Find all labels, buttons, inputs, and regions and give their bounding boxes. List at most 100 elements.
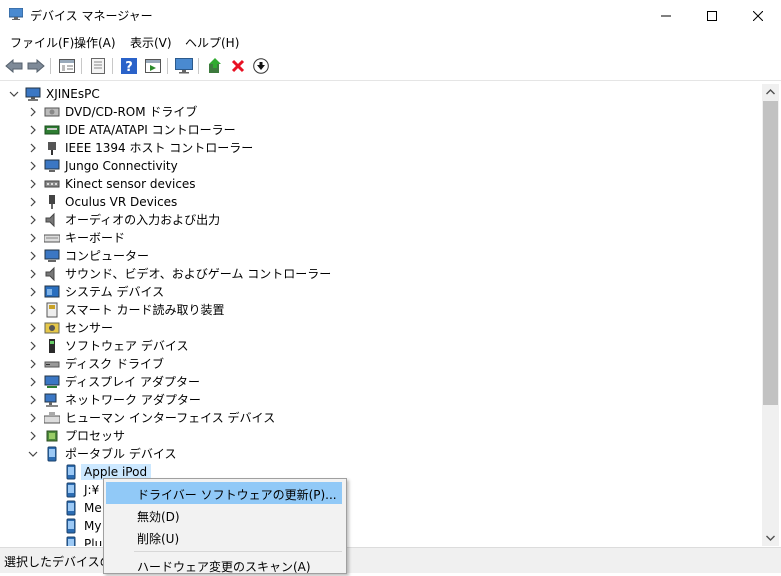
console-tree-icon: [59, 59, 75, 73]
tree-category-label: Jungo Connectivity: [65, 159, 178, 173]
update-driver-button[interactable]: [205, 56, 225, 76]
chevron-right-icon[interactable]: [28, 143, 38, 153]
tree-category[interactable]: Kinect sensor devices: [0, 175, 762, 193]
chevron-right-icon[interactable]: [28, 287, 38, 297]
computer-icon: [44, 249, 60, 262]
chevron-right-icon[interactable]: [28, 107, 38, 117]
chevron-right-icon[interactable]: [28, 251, 38, 261]
disable-device-button[interactable]: [251, 56, 271, 76]
help-icon: ?: [121, 58, 137, 74]
tree-category-label: センサー: [65, 321, 114, 335]
menu-help[interactable]: ヘルプ(H): [185, 34, 239, 51]
tree-category[interactable]: ディスプレイ アダプター: [0, 373, 762, 391]
tree-category[interactable]: システム デバイス: [0, 283, 762, 301]
menu-disable[interactable]: 無効(D): [106, 504, 342, 526]
close-button[interactable]: [735, 0, 781, 31]
properties-icon: [91, 58, 105, 74]
scan-hardware-button[interactable]: [174, 56, 194, 76]
portable-device-icon: [66, 464, 76, 480]
menu-bar: ファイル(F) 操作(A) 表示(V) ヘルプ(H): [0, 31, 781, 51]
tree-root-label: XJINEsPC: [46, 87, 100, 101]
menu-file[interactable]: ファイル(F): [10, 34, 74, 51]
chevron-right-icon[interactable]: [28, 215, 38, 225]
chevron-right-icon[interactable]: [28, 233, 38, 243]
context-menu: ドライバー ソフトウェアの更新(P)... 無効(D) 削除(U) ハードウェア…: [103, 478, 347, 574]
tree-category-label: スマート カード読み取り装置: [65, 303, 225, 317]
chevron-down-icon[interactable]: [9, 89, 19, 99]
toolbar-separator: [112, 58, 113, 74]
menu-item-label: 無効(D): [137, 510, 180, 524]
tree-category[interactable]: ヒューマン インターフェイス デバイス: [0, 409, 762, 427]
tree-category[interactable]: IEEE 1394 ホスト コントローラー: [0, 139, 762, 157]
tree-category[interactable]: Oculus VR Devices: [0, 193, 762, 211]
tree-category[interactable]: Jungo Connectivity: [0, 157, 762, 175]
help-button[interactable]: ?: [119, 56, 139, 76]
chevron-right-icon[interactable]: [28, 431, 38, 441]
menu-scan-hardware[interactable]: ハードウェア変更のスキャン(A): [106, 554, 342, 576]
menu-separator: [134, 551, 342, 552]
tree-category-label: IEEE 1394 ホスト コントローラー: [65, 141, 254, 155]
hid-icon: [44, 412, 60, 424]
chevron-right-icon[interactable]: [28, 341, 38, 351]
chevron-right-icon[interactable]: [28, 359, 38, 369]
tree-category-label: ディスプレイ アダプター: [65, 375, 200, 389]
maximize-icon: [707, 10, 717, 21]
menu-update-driver[interactable]: ドライバー ソフトウェアの更新(P)...: [106, 482, 342, 504]
tree-category-label: コンピューター: [65, 249, 150, 263]
processor-icon: [46, 430, 58, 442]
tree-category[interactable]: コンピューター: [0, 247, 762, 265]
chevron-right-icon[interactable]: [28, 377, 38, 387]
uninstall-button[interactable]: [228, 56, 248, 76]
scrollbar-thumb[interactable]: [763, 101, 778, 405]
sensor-icon: [44, 322, 60, 334]
tree-category[interactable]: センサー: [0, 319, 762, 337]
toolbar-separator: [81, 58, 82, 74]
tree-category[interactable]: ディスク ドライブ: [0, 355, 762, 373]
show-hide-tree-button[interactable]: [57, 56, 77, 76]
toolbar: ?: [0, 52, 781, 81]
scroll-down-icon[interactable]: [766, 535, 775, 541]
tree-category[interactable]: スマート カード読み取り装置: [0, 301, 762, 319]
chevron-right-icon[interactable]: [28, 395, 38, 405]
monitor-scan-icon: [175, 58, 193, 74]
minimize-button[interactable]: [643, 0, 689, 31]
tree-category[interactable]: プロセッサ: [0, 427, 762, 445]
back-button[interactable]: [4, 56, 24, 76]
tree-category[interactable]: IDE ATA/ATAPI コントローラー: [0, 121, 762, 139]
smart-card-icon: [46, 302, 58, 318]
chevron-right-icon[interactable]: [28, 197, 38, 207]
chevron-right-icon[interactable]: [28, 161, 38, 171]
tree-category[interactable]: ネットワーク アダプター: [0, 391, 762, 409]
portable-device-icon: [66, 518, 76, 534]
forward-button[interactable]: [26, 56, 46, 76]
chevron-right-icon[interactable]: [28, 305, 38, 315]
menu-action[interactable]: 操作(A): [74, 34, 116, 51]
tree-category[interactable]: DVD/CD-ROM ドライブ: [0, 103, 762, 121]
tree-device-label: J:¥: [84, 483, 100, 497]
tree-category-label: プロセッサ: [65, 429, 126, 443]
tree-category[interactable]: ポータブル デバイス: [0, 445, 762, 463]
menu-view[interactable]: 表示(V): [130, 34, 172, 51]
action-pane-button[interactable]: [143, 56, 163, 76]
chevron-right-icon[interactable]: [28, 269, 38, 279]
chevron-right-icon[interactable]: [28, 179, 38, 189]
tree-category[interactable]: ソフトウェア デバイス: [0, 337, 762, 355]
device-tree: XJINEsPC DVD/CD-ROM ドライブ IDE ATA/ATAPI コン…: [0, 84, 762, 546]
tree-category[interactable]: オーディオの入力および出力: [0, 211, 762, 229]
tree-category-label: ディスク ドライブ: [65, 357, 164, 371]
tree-root[interactable]: XJINEsPC: [0, 85, 762, 103]
chevron-right-icon[interactable]: [28, 323, 38, 333]
menu-uninstall[interactable]: 削除(U): [106, 526, 342, 548]
tree-category-label: キーボード: [65, 231, 126, 245]
chevron-down-icon[interactable]: [28, 449, 38, 459]
maximize-button[interactable]: [689, 0, 735, 31]
properties-button[interactable]: [88, 56, 108, 76]
chevron-right-icon[interactable]: [28, 125, 38, 135]
tree-category[interactable]: サウンド、ビデオ、およびゲーム コントローラー: [0, 265, 762, 283]
scroll-up-icon[interactable]: [766, 89, 775, 95]
minimize-icon: [661, 15, 671, 16]
chevron-right-icon[interactable]: [28, 413, 38, 423]
tree-category[interactable]: キーボード: [0, 229, 762, 247]
tree-device-label: My: [84, 519, 102, 533]
portable-device-icon: [66, 482, 76, 498]
